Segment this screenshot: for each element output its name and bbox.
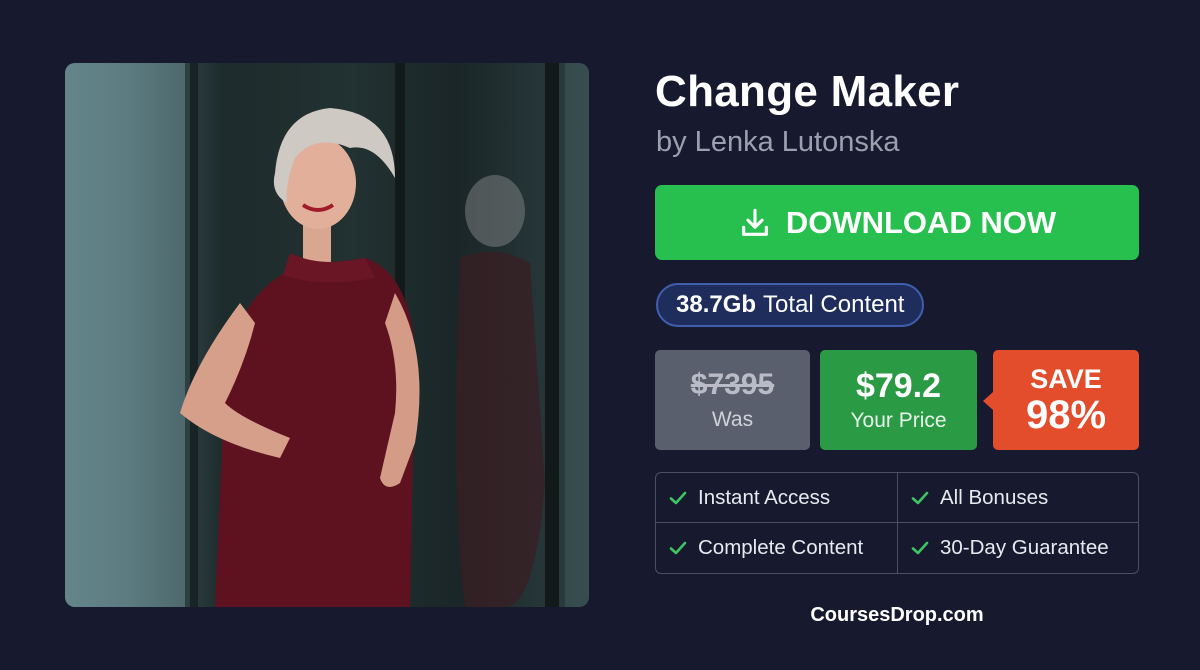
save-label: SAVE [1030,364,1102,394]
old-price-box: $7395 Was [655,350,810,450]
check-icon [911,491,929,504]
download-icon [741,208,768,236]
download-button-label: DOWNLOAD NOW [785,204,1057,240]
features-grid: Instant Access All Bonuses Complete Cont… [655,472,1139,574]
product-title: Change Maker [655,67,960,116]
instructor-photo-illustration [65,63,589,607]
product-author: by Lenka Lutonska [656,126,900,158]
feature-item: Complete Content [656,523,898,573]
feature-label: 30-Day Guarantee [940,536,1109,559]
site-footer-link[interactable]: CoursesDrop.com [655,604,1139,627]
feature-item: All Bonuses [898,473,1139,523]
save-percent: 98% [1025,393,1107,437]
content-size-value: 38.7Gb [676,291,757,318]
current-price-box: $79.2 Your Price [820,350,977,450]
content-size-badge: 38.7Gb Total Content [656,283,925,327]
download-button[interactable]: DOWNLOAD NOW [655,185,1139,260]
content-size-label: Total Content [763,291,905,318]
feature-label: All Bonuses [940,485,1049,509]
feature-item: Instant Access [656,473,898,523]
feature-label: Instant Access [698,485,831,509]
save-badge: SAVE 98% [983,350,1139,450]
instructor-photo [65,63,589,607]
current-price-label: Your Price [850,409,947,432]
check-icon [911,541,929,555]
feature-label: Complete Content [698,536,864,559]
current-price: $79.2 [855,367,942,405]
check-icon [669,541,687,555]
feature-item: 30-Day Guarantee [898,523,1139,573]
old-price: $7395 [690,368,775,401]
check-icon [669,491,687,504]
old-price-label: Was [711,408,754,431]
